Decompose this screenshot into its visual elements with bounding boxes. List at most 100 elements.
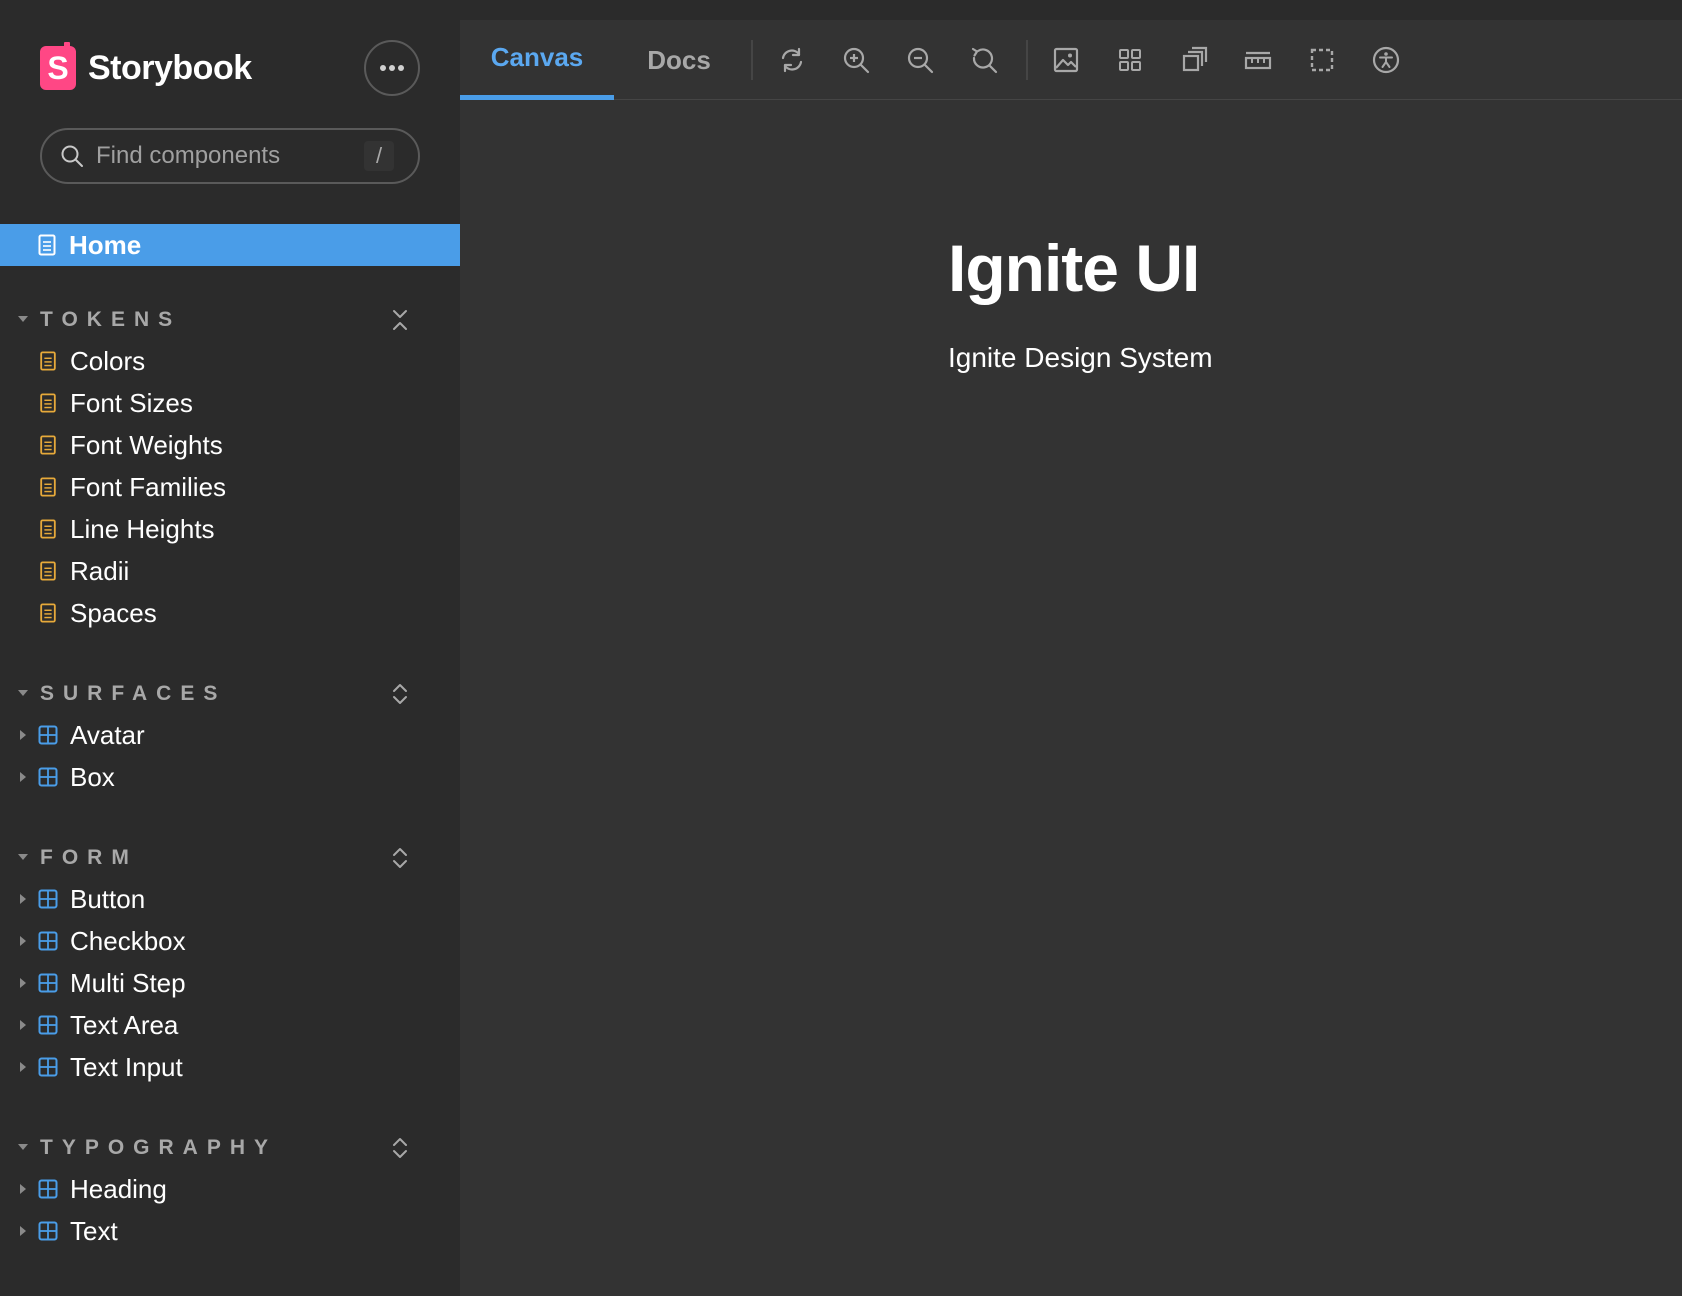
sidebar-item-label: Home (69, 229, 142, 260)
caret-down-icon (18, 690, 28, 696)
sidebar-item-label: Text Input (70, 1051, 183, 1082)
sidebar-item-line-heights[interactable]: Line Heights (0, 508, 460, 550)
component-icon (38, 889, 58, 909)
expand-all-icon[interactable] (390, 682, 410, 706)
refresh-icon (781, 47, 803, 73)
collapse-all-icon[interactable] (390, 308, 410, 332)
search-input[interactable] (96, 142, 356, 170)
sidebar-item-button[interactable]: Button (0, 878, 460, 920)
grid-button[interactable] (1110, 40, 1150, 80)
document-icon (40, 477, 56, 497)
accessibility-button[interactable] (1366, 40, 1406, 80)
sidebar-item-text-input[interactable]: Text Input (0, 1046, 460, 1088)
component-icon (38, 725, 58, 745)
document-icon (40, 519, 56, 539)
group-title: TOKENS (40, 308, 182, 331)
zoom-out-button[interactable] (900, 40, 940, 80)
search-icon (61, 145, 83, 167)
viewport-icon (1182, 46, 1208, 72)
sidebar-item-font-families[interactable]: Font Families (0, 466, 460, 508)
preview-title: Ignite UI (948, 231, 1200, 305)
sidebar-item-box[interactable]: Box (0, 756, 460, 798)
sidebar-item-label: Font Weights (70, 429, 223, 460)
sidebar-item-label: Radii (70, 555, 130, 586)
sidebar-group-typography: TYPOGRAPHY Heading Text (0, 1128, 460, 1252)
sidebar-item-label: Avatar (70, 719, 145, 750)
sidebar-item-font-weights[interactable]: Font Weights (0, 424, 460, 466)
caret-right-icon[interactable] (19, 893, 27, 905)
outline-button[interactable] (1302, 40, 1342, 80)
sidebar-menu-button[interactable] (364, 40, 420, 96)
sidebar-item-label: Font Families (70, 471, 227, 502)
group-header-typography[interactable]: TYPOGRAPHY (0, 1128, 460, 1168)
document-icon (40, 603, 56, 623)
sidebar-item-multi-step[interactable]: Multi Step (0, 962, 460, 1004)
caret-right-icon[interactable] (19, 771, 27, 783)
document-icon (40, 561, 56, 581)
caret-down-icon (18, 1144, 28, 1150)
sidebar-item-text-area[interactable]: Text Area (0, 1004, 460, 1046)
toolbar-divider (751, 40, 753, 80)
tab-canvas[interactable]: Canvas (460, 20, 614, 100)
accessibility-icon (1372, 46, 1400, 74)
brand[interactable]: S Storybook (40, 42, 252, 90)
caret-right-icon[interactable] (19, 935, 27, 947)
sidebar-item-label: Colors (70, 345, 146, 376)
ellipsis-icon (380, 65, 404, 71)
group-title: SURFACES (40, 682, 227, 705)
main-panel: Canvas Docs Ignite UI Ignite Design Syst… (460, 20, 1682, 1296)
component-icon (38, 973, 58, 993)
tab-docs[interactable]: Docs (614, 20, 744, 100)
preview-subtitle: Ignite Design System (948, 342, 1213, 373)
reset-zoom-button[interactable] (964, 40, 1004, 80)
storybook-logo-icon: S (40, 42, 76, 90)
document-icon (40, 435, 56, 455)
group-header-tokens[interactable]: TOKENS (0, 300, 460, 340)
document-icon (40, 351, 56, 371)
component-icon (38, 767, 58, 787)
sidebar-item-text[interactable]: Text (0, 1210, 460, 1252)
measure-button[interactable] (1238, 40, 1278, 80)
grid-icon (1119, 49, 1141, 71)
brand-name: Storybook (88, 48, 252, 87)
caret-right-icon[interactable] (19, 729, 27, 741)
reset-zoom-icon (971, 47, 998, 74)
group-title: TYPOGRAPHY (40, 1136, 278, 1159)
group-header-surfaces[interactable]: SURFACES (0, 674, 460, 714)
sidebar-item-font-sizes[interactable]: Font Sizes (0, 382, 460, 424)
sidebar-item-heading[interactable]: Heading (0, 1168, 460, 1210)
sidebar-item-label: Multi Step (70, 967, 186, 998)
sidebar-item-label: Checkbox (70, 925, 186, 956)
zoom-in-icon (843, 47, 870, 74)
expand-all-icon[interactable] (390, 1136, 410, 1160)
sidebar-group-surfaces: SURFACES Avatar Box (0, 674, 460, 798)
reload-button[interactable] (772, 40, 812, 80)
group-header-form[interactable]: FORM (0, 838, 460, 878)
sidebar-item-label: Line Heights (70, 513, 215, 544)
sidebar-item-radii[interactable]: Radii (0, 550, 460, 592)
background-button[interactable] (1046, 40, 1086, 80)
sidebar-item-colors[interactable]: Colors (0, 340, 460, 382)
sidebar-item-home[interactable]: Home (0, 224, 460, 266)
toolbar: Canvas Docs (460, 20, 1682, 100)
sidebar-group-form: FORM Button Checkbox Multi Step Text Area Tex… (0, 838, 460, 1088)
caret-right-icon[interactable] (19, 977, 27, 989)
viewport-button[interactable] (1174, 40, 1214, 80)
sidebar-item-checkbox[interactable]: Checkbox (0, 920, 460, 962)
sidebar-item-label: Text (70, 1215, 118, 1246)
caret-right-icon[interactable] (19, 1225, 27, 1237)
sidebar-item-label: Text Area (70, 1009, 179, 1040)
expand-all-icon[interactable] (390, 846, 410, 870)
sidebar-item-label: Button (70, 883, 146, 914)
sidebar-item-avatar[interactable]: Avatar (0, 714, 460, 756)
toolbar-divider (1026, 40, 1028, 80)
sidebar-item-spaces[interactable]: Spaces (0, 592, 460, 634)
storybook-app: S Storybook / Home (0, 0, 1682, 1296)
background-image-icon (1053, 47, 1079, 73)
zoom-in-button[interactable] (836, 40, 876, 80)
caret-right-icon[interactable] (19, 1183, 27, 1195)
caret-right-icon[interactable] (19, 1019, 27, 1031)
zoom-out-icon (907, 47, 934, 74)
sidebar-item-label: Box (70, 761, 115, 792)
caret-right-icon[interactable] (19, 1061, 27, 1073)
